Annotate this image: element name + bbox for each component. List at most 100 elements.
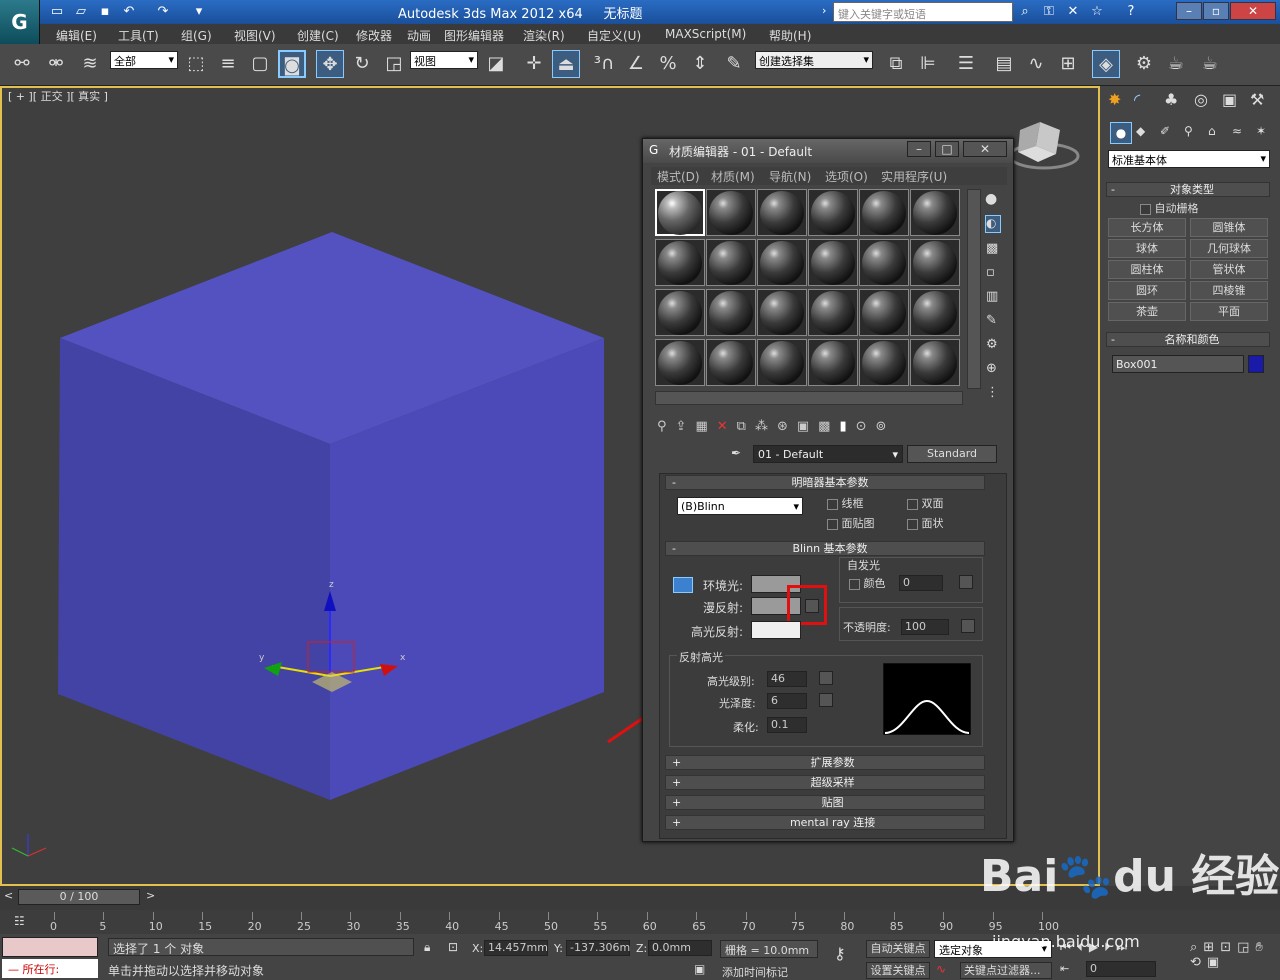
show-map-icon[interactable]: ▩ xyxy=(818,419,839,434)
uv-tiling-icon[interactable]: ▫ xyxy=(986,265,995,280)
search-arrow-icon[interactable]: › xyxy=(822,4,826,17)
options-icon[interactable]: ⚙ xyxy=(986,337,998,352)
name-color-rollout[interactable]: - 名称和颜色 xyxy=(1106,332,1270,347)
sample-slot[interactable] xyxy=(808,239,858,286)
helpers-icon[interactable]: ⌂ xyxy=(1208,124,1216,138)
autogrid-checkbox[interactable]: 自动栅格 xyxy=(1140,200,1199,216)
hierarchy-tab-icon[interactable]: ♣ xyxy=(1164,90,1178,109)
put-to-scene-icon[interactable]: ⇪ xyxy=(676,419,696,434)
time-next-icon[interactable]: > xyxy=(146,889,155,902)
make-unique-icon[interactable]: ⁂ xyxy=(755,419,777,434)
tube-button[interactable]: 管状体 xyxy=(1190,260,1268,279)
material-editor-icon[interactable]: ◈ xyxy=(1092,50,1120,78)
sample-slot[interactable] xyxy=(910,189,960,236)
search-input[interactable]: 键入关键字或短语 xyxy=(833,2,1013,22)
blinn-rollout[interactable]: - Blinn 基本参数 xyxy=(665,541,985,556)
redo-icon[interactable]: ↷ xyxy=(154,3,172,21)
sample-slot[interactable] xyxy=(655,239,705,286)
maximize-viewport-icon[interactable]: ▣ xyxy=(1207,955,1225,970)
help-icon[interactable]: ? xyxy=(1122,3,1140,21)
mat-maximize-button[interactable]: □ xyxy=(935,141,959,157)
put-to-library-icon[interactable]: ⊛ xyxy=(777,419,797,434)
cylinder-button[interactable]: 圆柱体 xyxy=(1108,260,1186,279)
make-preview-icon[interactable]: ✎ xyxy=(986,313,997,328)
faceted-checkbox[interactable]: 面状 xyxy=(907,515,944,531)
self-illum-spinner[interactable]: 0 xyxy=(899,575,943,591)
show-end-result-icon[interactable]: ▮ xyxy=(839,419,855,434)
menu-tools[interactable]: 工具(T) xyxy=(118,27,159,44)
eyedropper-icon[interactable]: ✒ xyxy=(731,446,741,460)
material-name-input[interactable]: 01 - Default ▾ xyxy=(753,445,903,463)
mat-map-navigator-icon[interactable]: ⋮ xyxy=(986,385,999,400)
box-button[interactable]: 长方体 xyxy=(1108,218,1186,237)
quick-access-dropdown-icon[interactable]: ▾ xyxy=(190,3,208,21)
sample-slot[interactable] xyxy=(808,289,858,336)
pivot-icon[interactable]: ◪ xyxy=(482,50,510,78)
bind-spacewarp-icon[interactable]: ≋ xyxy=(76,50,104,78)
sample-slot[interactable] xyxy=(655,289,705,336)
material-type-button[interactable]: Standard xyxy=(907,445,997,463)
modify-tab-icon[interactable]: ◜ xyxy=(1134,90,1140,109)
mirror-icon[interactable]: ⧉ xyxy=(882,50,910,78)
menu-view[interactable]: 视图(V) xyxy=(234,27,276,44)
graphite-icon[interactable]: ▤ xyxy=(990,50,1018,78)
sample-slot[interactable] xyxy=(655,189,705,236)
two-sided-checkbox[interactable]: 双面 xyxy=(907,495,944,511)
move-icon[interactable]: ✥ xyxy=(316,50,344,78)
track-bar-menu-icon[interactable]: ☷ xyxy=(14,914,25,928)
object-color-swatch[interactable] xyxy=(1248,355,1264,373)
specular-swatch[interactable] xyxy=(751,621,801,639)
mat-menu-mode[interactable]: 模式(D) xyxy=(657,168,700,185)
set-key-icon[interactable]: ⚷ xyxy=(834,944,846,963)
rect-selection-icon[interactable]: ▢ xyxy=(246,50,274,78)
menu-edit[interactable]: 编辑(E) xyxy=(56,27,97,44)
curve-editor-icon[interactable]: ∿ xyxy=(1022,50,1050,78)
backlight-icon[interactable]: ◐ xyxy=(985,215,1001,233)
geometry-icon[interactable]: ● xyxy=(1110,122,1132,144)
sample-slot[interactable] xyxy=(859,289,909,336)
angle-snap-icon[interactable]: ∠ xyxy=(622,50,650,78)
maximize-button[interactable]: ▫ xyxy=(1203,2,1229,20)
open-file-icon[interactable]: ▱ xyxy=(72,3,90,21)
create-tab-icon[interactable]: ✸ xyxy=(1108,90,1121,109)
shader-rollout[interactable]: - 明暗器基本参数 xyxy=(665,475,985,490)
slots-vscroll[interactable] xyxy=(967,189,981,389)
time-slider[interactable]: 0 / 100 xyxy=(18,889,140,905)
connect-icon[interactable]: ✕ xyxy=(1064,3,1082,21)
lock-selection-icon[interactable]: 🔒︎ xyxy=(424,940,430,955)
sample-type-icon[interactable]: ● xyxy=(985,191,997,207)
zoom-extents-icon[interactable]: ⊡ xyxy=(1220,940,1237,955)
lock-ambient-diffuse-icon[interactable] xyxy=(673,577,693,593)
sample-slot[interactable] xyxy=(757,339,807,386)
app-logo-icon[interactable]: G xyxy=(0,0,40,44)
opacity-map-button[interactable] xyxy=(961,619,975,633)
snap-3d-icon[interactable]: ³∩ xyxy=(590,50,618,78)
gloss-map-button[interactable] xyxy=(819,693,833,707)
sample-slot[interactable] xyxy=(757,239,807,286)
systems-icon[interactable]: ✶ xyxy=(1256,124,1266,138)
category-select[interactable]: 标准基本体 ▾ xyxy=(1108,150,1270,168)
new-file-icon[interactable]: ▭ xyxy=(48,3,66,21)
spec-level-spinner[interactable]: 46 xyxy=(767,671,807,687)
minimize-button[interactable]: – xyxy=(1176,2,1202,20)
sample-slot[interactable] xyxy=(706,239,756,286)
z-coordinate-input[interactable]: 0.0mm xyxy=(648,940,712,956)
pan-icon[interactable]: ✋︎ xyxy=(1255,940,1268,955)
zoom-icon[interactable]: ⌕ xyxy=(1190,940,1203,955)
set-key-button[interactable]: 设置关键点 xyxy=(866,962,930,979)
zoom-all-icon[interactable]: ⊞ xyxy=(1203,940,1220,955)
rendered-frame-icon[interactable]: ☕ xyxy=(1162,50,1190,78)
binoculars-icon[interactable]: ⌕ xyxy=(1016,3,1034,21)
mat-menu-material[interactable]: 材质(M) xyxy=(711,168,755,185)
sample-slot[interactable] xyxy=(706,189,756,236)
selection-filter-select[interactable]: 全部 ▾ xyxy=(110,51,178,69)
star-icon[interactable]: ☆ xyxy=(1088,3,1106,21)
self-illum-map-button[interactable] xyxy=(959,575,973,589)
supersampling-rollout[interactable]: + 超级采样 xyxy=(665,775,985,790)
object-name-input[interactable]: Box001 xyxy=(1112,355,1244,373)
motion-tab-icon[interactable]: ◎ xyxy=(1194,90,1208,109)
spacewarps-icon[interactable]: ≈ xyxy=(1232,124,1242,138)
current-frame-input[interactable]: 0 xyxy=(1086,961,1156,977)
track-bar[interactable] xyxy=(0,910,1280,934)
mat-close-button[interactable]: ✕ xyxy=(963,141,1007,157)
